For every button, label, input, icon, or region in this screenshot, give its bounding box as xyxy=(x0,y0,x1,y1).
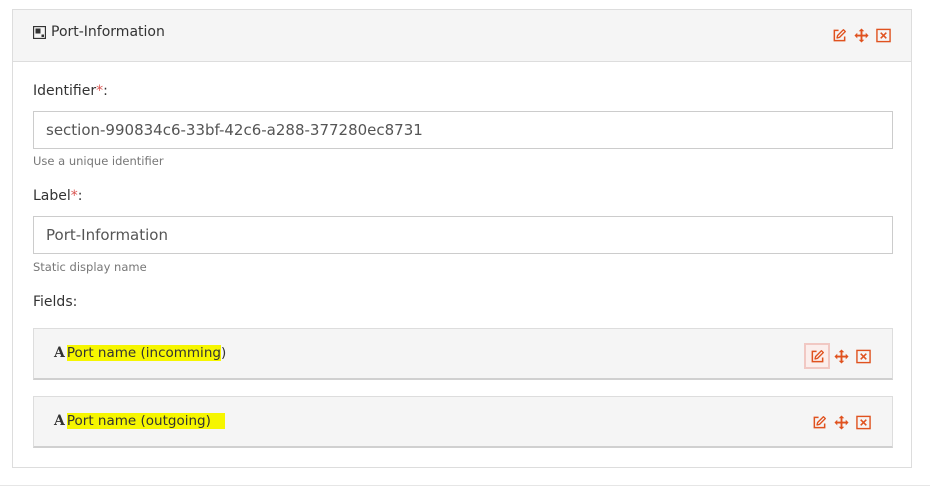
section-icon xyxy=(32,25,47,39)
fields-label: Fields: xyxy=(33,294,78,310)
move-icon[interactable] xyxy=(832,413,850,431)
text-type-icon: A xyxy=(54,345,65,361)
field-name: Port name (outgoing) xyxy=(66,413,225,429)
label-colon: : xyxy=(77,188,83,204)
divider xyxy=(0,485,930,486)
text-type-icon: A xyxy=(54,413,65,429)
label-label-text: Label xyxy=(33,188,71,204)
panel-title-wrap: Port-Information xyxy=(32,24,165,40)
move-icon[interactable] xyxy=(832,347,850,365)
field-actions xyxy=(804,343,872,369)
close-icon[interactable] xyxy=(854,413,872,431)
field-name: Port name (incomming xyxy=(66,345,221,361)
panel-title: Port-Information xyxy=(51,24,165,40)
label-input[interactable]: Port-Information xyxy=(33,216,893,254)
field-item[interactable]: A Port name (outgoing) xyxy=(33,396,893,448)
edit-icon[interactable] xyxy=(810,413,828,431)
label-label: Label*: xyxy=(33,188,83,204)
move-icon[interactable] xyxy=(852,26,870,44)
panel-actions xyxy=(830,26,892,44)
required-mark: * xyxy=(70,188,78,204)
field-item[interactable]: A Port name (incomming) xyxy=(33,328,893,380)
field-label-wrap: A Port name (incomming) xyxy=(54,345,226,361)
identifier-label: Identifier*: xyxy=(33,83,108,99)
close-icon[interactable] xyxy=(854,347,872,365)
panel-header: Port-Information xyxy=(13,10,911,62)
label-colon: : xyxy=(103,83,108,99)
label-help: Static display name xyxy=(33,260,147,274)
close-icon[interactable] xyxy=(874,26,892,44)
field-name-tail: ) xyxy=(220,345,227,361)
field-label-wrap: A Port name (outgoing) xyxy=(54,413,225,429)
section-panel: Port-Information Identifier*: section-99… xyxy=(12,9,912,468)
identifier-label-text: Identifier xyxy=(33,83,97,99)
edit-icon[interactable] xyxy=(830,26,848,44)
identifier-help: Use a unique identifier xyxy=(33,154,164,168)
field-actions xyxy=(810,413,872,431)
edit-icon[interactable] xyxy=(804,343,830,369)
identifier-input[interactable]: section-990834c6-33bf-42c6-a288-377280ec… xyxy=(33,111,893,149)
